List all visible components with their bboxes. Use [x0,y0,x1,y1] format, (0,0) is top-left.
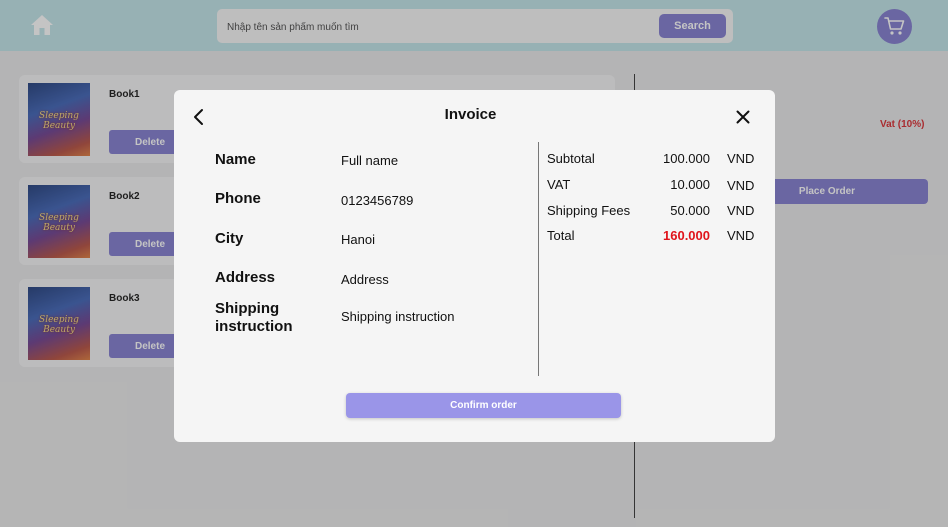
vat-currency: VND [727,178,755,193]
invoice-divider [538,142,539,376]
subtotal-label: Subtotal [547,151,595,166]
close-icon[interactable] [736,110,750,124]
total-value: 160.000 [663,228,710,243]
field-label-name: Name [215,151,256,168]
field-label-address: Address [215,269,276,286]
total-label: Total [547,228,575,243]
shipping-fees-value: 50.000 [670,203,710,218]
field-value-name: Full name [341,153,399,168]
field-label-city: City [215,230,244,247]
field-value-city: Hanoi [341,232,375,247]
shipping-fees-label: Shipping Fees [547,203,631,218]
confirm-order-button[interactable]: Confirm order [346,393,621,418]
field-value-address: Address [341,272,389,287]
field-value-phone: 0123456789 [341,193,414,208]
vat-label: VAT [547,177,571,192]
total-currency: VND [727,228,755,243]
field-label-shipping-instruction: Shipping instruction [215,300,293,335]
invoice-modal: Invoice Name Full name Phone 0123456789 … [174,90,775,442]
modal-title: Invoice [444,106,497,123]
shipping-fees-currency: VND [727,203,755,218]
subtotal-currency: VND [727,151,755,166]
subtotal-value: 100.000 [663,151,710,166]
field-value-shipping-instruction: Shipping instruction [341,309,455,324]
field-label-phone: Phone [215,190,261,207]
vat-value: 10.000 [670,177,710,192]
